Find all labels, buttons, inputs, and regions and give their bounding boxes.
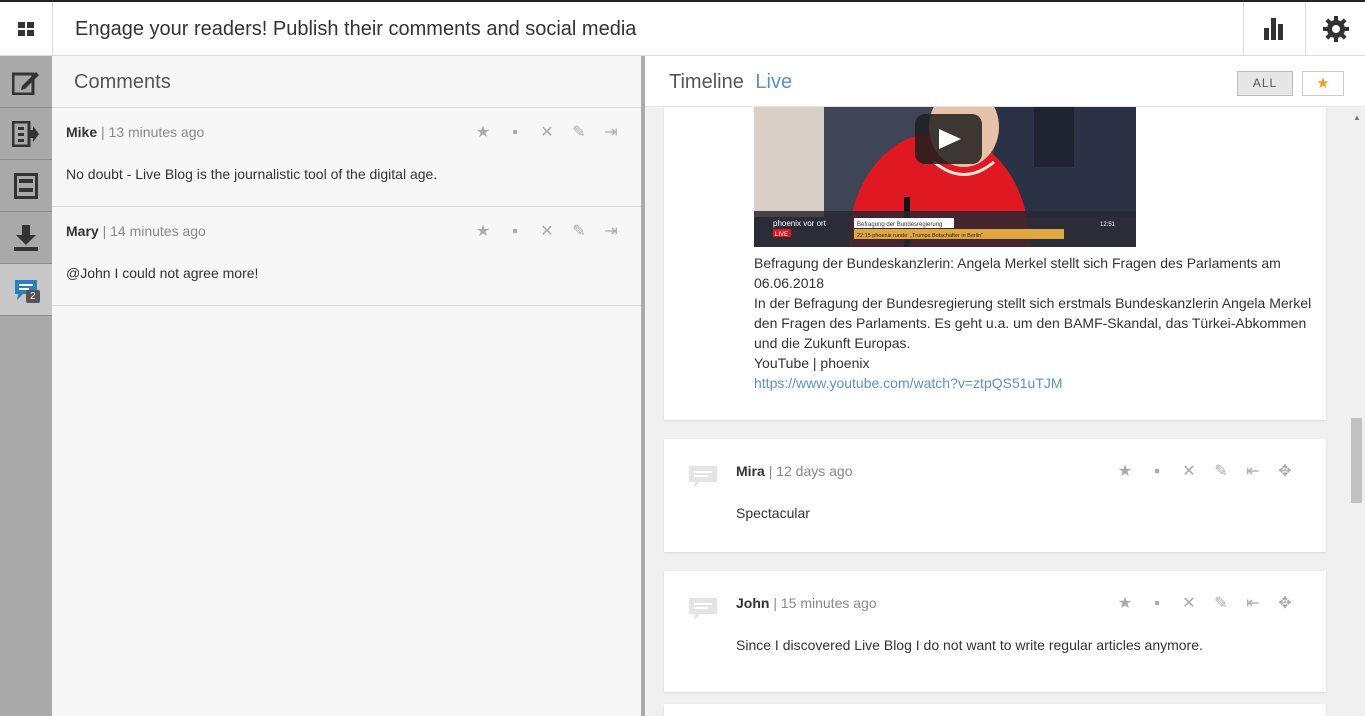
video-link[interactable]: https://www.youtube.com/watch?v=ztpQS51u… bbox=[754, 375, 1063, 391]
pencil-icon[interactable]: ✎ bbox=[570, 223, 588, 241]
meta-separator: | bbox=[102, 223, 111, 239]
move-icon[interactable]: ✥ bbox=[1276, 463, 1294, 481]
video-description: In der Befragung der Bundesregierung ste… bbox=[754, 295, 1312, 351]
filter-all-button[interactable]: ALL bbox=[1237, 71, 1293, 96]
post-meta: John | 15 minutes ago bbox=[736, 595, 877, 611]
grid-icon bbox=[18, 22, 34, 36]
comment-actions: ★ ▪ ✕ ✎ ⇥ bbox=[474, 124, 620, 142]
comments-panel: Comments Mike | 13 minutes ago No doubt … bbox=[52, 56, 641, 716]
meta-separator: | bbox=[101, 124, 109, 140]
top-bar: Engage your readers! Publish their comme… bbox=[0, 0, 1365, 56]
scroll-thumb[interactable] bbox=[1351, 418, 1362, 503]
page-title: Engage your readers! Publish their comme… bbox=[75, 18, 637, 40]
meta-separator: | bbox=[773, 595, 781, 611]
video-post-card: phoenix vor ort LIVE Befragung der Bunde… bbox=[664, 107, 1326, 420]
video-source: YouTube | phoenix bbox=[754, 355, 870, 371]
comment-author: Mary bbox=[66, 223, 99, 239]
comment-body: @John I could not agree more! bbox=[66, 265, 259, 281]
star-icon[interactable]: ★ bbox=[1116, 595, 1134, 613]
comment-time: 13 minutes ago bbox=[108, 124, 205, 140]
timeline-post-card: John | 15 minutes ago Since I discovered… bbox=[664, 571, 1326, 692]
comments-count-badge: 2 bbox=[26, 290, 40, 303]
timeline-panel: Timeline Live ALL ★ phoenix vor ort LIVE… bbox=[645, 56, 1365, 716]
video-frame: phoenix vor ort LIVE Befragung der Bunde… bbox=[754, 107, 1136, 247]
publish-icon[interactable]: ⇥ bbox=[602, 124, 620, 142]
pin-icon[interactable]: ▪ bbox=[506, 223, 524, 241]
timeline-scrollbar[interactable]: ▲ bbox=[1349, 108, 1365, 716]
star-icon[interactable]: ★ bbox=[474, 223, 492, 241]
post-time: 12 days ago bbox=[776, 463, 853, 479]
close-icon[interactable]: ✕ bbox=[1180, 595, 1198, 613]
pin-icon[interactable]: ▪ bbox=[506, 124, 524, 142]
video-post-text: Befragung der Bundeskanzlerin: Angela Me… bbox=[754, 253, 1326, 393]
download-icon bbox=[14, 224, 38, 251]
comment-actions: ★ ▪ ✕ ✎ ⇥ bbox=[474, 223, 620, 241]
video-title: Befragung der Bundeskanzlerin: Angela Me… bbox=[754, 255, 1281, 291]
bar-chart-icon bbox=[1264, 18, 1283, 40]
left-sidebar: 2 bbox=[0, 56, 52, 716]
comment-bubble-icon bbox=[689, 598, 717, 620]
post-author: Mira bbox=[736, 463, 765, 479]
close-icon[interactable]: ✕ bbox=[538, 124, 556, 142]
settings-button[interactable] bbox=[1305, 2, 1365, 56]
timeline-header: Timeline Live ALL ★ bbox=[645, 56, 1365, 107]
star-icon[interactable]: ★ bbox=[474, 124, 492, 142]
pin-icon[interactable]: ▪ bbox=[1148, 463, 1166, 481]
comment-body: No doubt - Live Blog is the journalistic… bbox=[66, 166, 438, 182]
timeline-post-card: Mira | 12 days ago Spectacular ★ ▪ ✕ ✎ ⇤… bbox=[664, 439, 1326, 552]
comment-time: 14 minutes ago bbox=[110, 223, 206, 239]
comment-author: Mike bbox=[66, 124, 98, 140]
pencil-icon[interactable]: ✎ bbox=[1212, 595, 1230, 613]
unpublish-icon[interactable]: ⇤ bbox=[1244, 595, 1262, 613]
post-body: Since I discovered Live Blog I do not wa… bbox=[736, 637, 1203, 653]
sidebar-item-download[interactable] bbox=[0, 212, 52, 264]
ingest-icon bbox=[12, 120, 39, 147]
star-icon[interactable]: ★ bbox=[1116, 463, 1134, 481]
post-author: John bbox=[736, 595, 770, 611]
timeline-title: Timeline bbox=[669, 71, 744, 93]
timeline-post-card-partial bbox=[664, 704, 1326, 716]
post-meta: Mira | 12 days ago bbox=[736, 463, 853, 479]
comment-item: Mike | 13 minutes ago No doubt - Live Bl… bbox=[52, 108, 641, 207]
sidebar-item-editor[interactable] bbox=[0, 56, 52, 108]
sidebar-item-comments[interactable]: 2 bbox=[0, 264, 52, 316]
edit-icon bbox=[12, 71, 39, 95]
video-thumbnail[interactable]: phoenix vor ort LIVE Befragung der Bunde… bbox=[754, 107, 1136, 247]
thumb-channel: phoenix vor ort bbox=[773, 219, 827, 228]
live-label: Live bbox=[755, 71, 793, 93]
publish-icon[interactable]: ⇥ bbox=[602, 223, 620, 241]
grid-menu-button[interactable] bbox=[0, 2, 53, 56]
move-icon[interactable]: ✥ bbox=[1276, 595, 1294, 613]
post-body: Spectacular bbox=[736, 505, 810, 521]
close-icon[interactable]: ✕ bbox=[1180, 463, 1198, 481]
unpublish-icon[interactable]: ⇤ bbox=[1244, 463, 1262, 481]
post-actions: ★ ▪ ✕ ✎ ⇤ ✥ bbox=[1116, 595, 1294, 613]
thumb-time: 12:51 bbox=[1100, 222, 1116, 228]
comment-bubble-icon bbox=[689, 466, 717, 488]
post-actions: ★ ▪ ✕ ✎ ⇤ ✥ bbox=[1116, 463, 1294, 481]
thumb-live: LIVE bbox=[775, 232, 788, 238]
scroll-up-arrow[interactable]: ▲ bbox=[1352, 114, 1362, 122]
pencil-icon[interactable]: ✎ bbox=[1212, 463, 1230, 481]
comment-item: Mary | 14 minutes ago @John I could not … bbox=[52, 207, 641, 306]
close-icon[interactable]: ✕ bbox=[538, 223, 556, 241]
pin-icon[interactable]: ▪ bbox=[1148, 595, 1166, 613]
post-time: 15 minutes ago bbox=[780, 595, 877, 611]
thumb-ticker: 22:15 phoenix runde: „Trumps Botschafter… bbox=[857, 233, 983, 239]
thumb-caption: Befragung der Bundesregierung bbox=[857, 222, 942, 228]
gear-icon bbox=[1322, 16, 1349, 42]
sidebar-item-archive[interactable] bbox=[0, 160, 52, 212]
filter-starred-button[interactable]: ★ bbox=[1302, 71, 1344, 96]
analytics-button[interactable] bbox=[1243, 2, 1304, 56]
pencil-icon[interactable]: ✎ bbox=[570, 124, 588, 142]
comments-header: Comments bbox=[52, 56, 641, 108]
sidebar-item-ingest[interactable] bbox=[0, 108, 52, 160]
archive-icon bbox=[14, 172, 38, 199]
